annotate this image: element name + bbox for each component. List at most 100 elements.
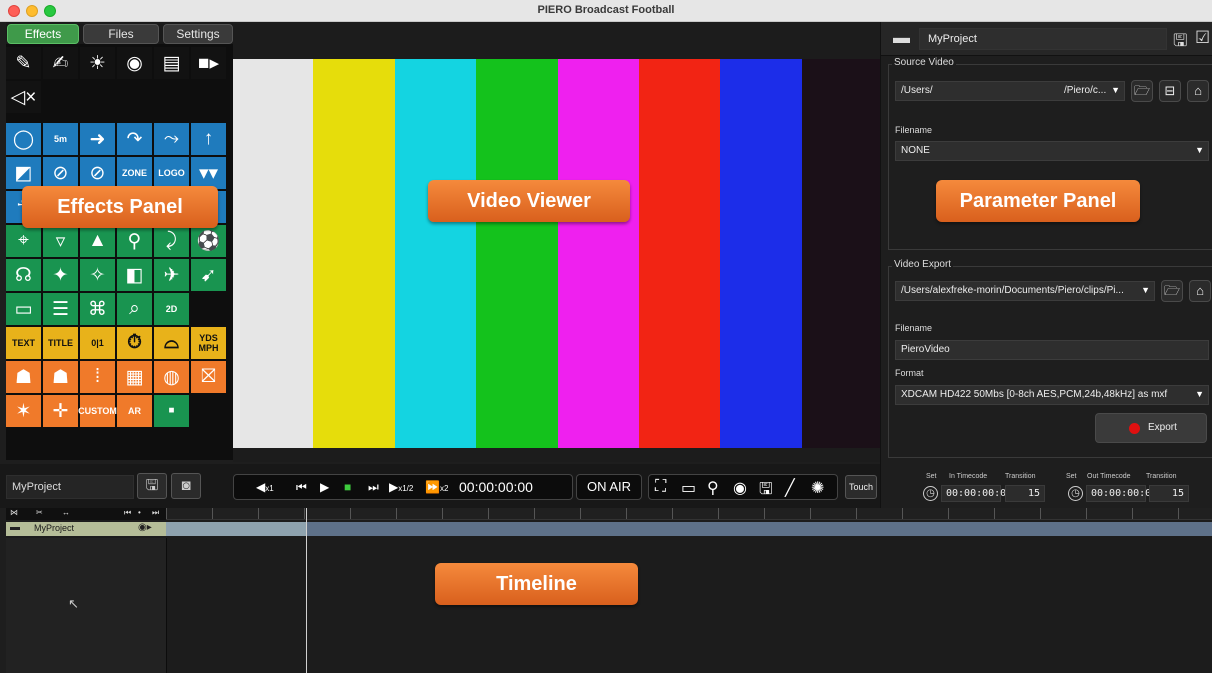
save-frame-icon[interactable]: 🖫 [759, 478, 773, 505]
arrow-effect-icon[interactable]: ➜ [80, 123, 116, 156]
network-effect-icon[interactable]: ⚲ [117, 225, 153, 258]
stopwatch-effect-icon[interactable]: ⏱ [117, 327, 153, 360]
source-filename-dropdown[interactable]: NONE ▼ [895, 141, 1209, 161]
counter-effect-icon[interactable]: 0|1 [80, 327, 116, 360]
format-dropdown[interactable]: XDCAM HD422 50Mbs [0-8ch AES,PCM,24b,48k… [895, 385, 1209, 405]
formation-effect-icon[interactable]: ⁞ [80, 361, 116, 394]
axis-effect-icon[interactable]: ✛ [43, 395, 79, 428]
ball-effect-icon[interactable]: ⚽ [191, 225, 227, 258]
body-back-effect-icon[interactable]: ☗ [43, 361, 79, 394]
cut-icon[interactable]: ✂ [36, 508, 43, 517]
touch-button[interactable]: Touch [845, 475, 877, 499]
spotlight-effect-icon[interactable]: ▲ [80, 225, 116, 258]
speed-effect-icon[interactable]: YDS MPH [191, 327, 227, 360]
pen-icon[interactable]: ╱ [785, 478, 795, 498]
player-cutout-effect-icon[interactable]: ◧ [117, 259, 153, 292]
frame-effect-icon[interactable]: ⌘ [80, 293, 116, 326]
previous-frame-button[interactable]: ⏮ [296, 480, 307, 495]
ball-trail-effect-icon[interactable]: ⤸ [154, 225, 190, 258]
export-filename-field[interactable]: PieroVideo [895, 340, 1209, 360]
save-project-button[interactable]: 🖫 [137, 473, 167, 499]
in-timecode-field[interactable]: 00:00:00:00 [941, 485, 1012, 502]
title-effect-icon[interactable]: TITLE [43, 327, 79, 360]
pointer-tool-icon[interactable]: ✎ [6, 47, 42, 80]
parameter-project-name[interactable]: MyProject [919, 28, 1167, 50]
drive-icon[interactable]: ⊟ [1159, 80, 1181, 102]
fit-icon[interactable]: ↔ [62, 508, 70, 517]
export-button[interactable]: Export [1095, 413, 1207, 443]
mute-icon[interactable]: ◁× [6, 81, 42, 114]
callout-effect-icon[interactable]: ▿ [43, 225, 79, 258]
fast-forward-button[interactable]: ⏩x2 [425, 480, 448, 494]
body-effect-icon[interactable]: ☗ [6, 361, 42, 394]
out-timecode-field[interactable]: 00:00:00:00 [1086, 485, 1157, 502]
player-highlight-effect-icon[interactable]: ✦ [43, 259, 79, 292]
draw-tool-icon[interactable]: ✍ [43, 47, 79, 80]
track-header[interactable]: ▬ MyProject ◉▸ [6, 522, 166, 536]
player-ghost-effect-icon[interactable]: ✧ [80, 259, 116, 292]
home-icon[interactable]: ⌂ [1187, 80, 1209, 102]
in-transition-field[interactable]: 15 [1005, 485, 1045, 502]
fullscreen-icon[interactable]: ⛶ [655, 478, 666, 496]
text-effect-icon[interactable]: TEXT [6, 327, 42, 360]
visibility-icon[interactable]: ◉▸ [138, 522, 152, 533]
record-tool-icon[interactable]: ■▸ [191, 47, 227, 80]
up-arrow-effect-icon[interactable]: ↑ [191, 123, 227, 156]
video-viewer[interactable] [233, 22, 880, 462]
player-run-effect-icon[interactable]: ☊ [6, 259, 42, 292]
slow-motion-button[interactable]: ▶x1/2 [389, 480, 413, 494]
home-icon[interactable]: ⌂ [1189, 280, 1211, 302]
go-end-icon[interactable]: ⏭ [152, 508, 159, 518]
curved-arrow-effect-icon[interactable]: ↷ [117, 123, 153, 156]
zoom-icon[interactable]: ⚲ [707, 478, 719, 498]
crop-icon[interactable]: ▭ [681, 478, 696, 498]
stop-button[interactable]: ■ [344, 480, 351, 494]
project-name-field[interactable]: MyProject [6, 475, 134, 499]
tab-settings[interactable]: Settings [163, 24, 233, 44]
timeline-clip[interactable] [166, 522, 1212, 536]
export-path-dropdown[interactable]: /Users/alexfreke-morin/Documents/Piero/c… [895, 281, 1155, 301]
split-icon[interactable]: ⋈ [10, 508, 18, 517]
snapshot-button[interactable]: ◙ [171, 473, 201, 499]
open-folder-icon[interactable]: 🗁 [1131, 80, 1153, 102]
sparkle-effect-icon[interactable]: ✶ [6, 395, 42, 428]
dotted-arrow-effect-icon[interactable]: ⤳ [154, 123, 190, 156]
save-parameters-icon[interactable]: 🖫 [1173, 28, 1187, 57]
gauge-effect-icon[interactable]: ⌓ [154, 327, 190, 360]
player-sprint-effect-icon[interactable]: ✈ [154, 259, 190, 292]
goal-effect-icon[interactable]: ⛝ [191, 361, 227, 394]
circle-effect-icon[interactable]: ◯ [6, 123, 42, 156]
open-folder-icon[interactable]: 🗁 [1161, 280, 1183, 302]
source-path-dropdown[interactable]: /Users/ /Piero/c... ▼ [895, 81, 1125, 101]
pitch-effect-icon[interactable]: ▪ [154, 395, 190, 428]
marker-icon[interactable]: • [138, 508, 141, 517]
distance-effect-icon[interactable]: 5m [43, 123, 79, 156]
timeline-ruler[interactable] [166, 508, 1212, 520]
screen-effect-icon[interactable]: ▭ [6, 293, 42, 326]
eye-icon[interactable]: ◉ [733, 478, 747, 498]
aperture-icon[interactable]: ✺ [811, 478, 824, 498]
playhead[interactable] [306, 508, 307, 673]
custom-effect-icon[interactable]: CUSTOM [78, 395, 117, 428]
play-button[interactable]: ▶ [320, 480, 329, 494]
confirm-checkbox-icon[interactable]: ☑ [1195, 28, 1210, 48]
out-transition-field[interactable]: 15 [1149, 485, 1189, 502]
sliders-effect-icon[interactable]: ☰ [43, 293, 79, 326]
ar-effect-icon[interactable]: AR [117, 395, 153, 428]
player-tool-icon[interactable]: ☀ [80, 47, 116, 80]
set-in-clock-icon[interactable]: ◷ [923, 486, 938, 501]
eye-tool-icon[interactable]: ◉ [117, 47, 153, 80]
rewind-button[interactable]: ◀x1 [256, 480, 274, 494]
go-start-icon[interactable]: ⏮ [124, 508, 131, 518]
next-frame-button[interactable]: ⏭ [368, 480, 379, 495]
on-air-button[interactable]: ON AIR [576, 474, 642, 500]
pin-effect-icon[interactable]: ⌖ [6, 225, 42, 258]
stadium-effect-icon[interactable]: ◍ [154, 361, 190, 394]
zoom-effect-icon[interactable]: ⌕ [117, 293, 153, 326]
film-tool-icon[interactable]: ▤ [154, 47, 190, 80]
telestrate-2d-effect-icon[interactable]: 2D [154, 293, 190, 326]
board-effect-icon[interactable]: ▦ [117, 361, 153, 394]
tab-effects[interactable]: Effects [7, 24, 79, 44]
set-out-clock-icon[interactable]: ◷ [1068, 486, 1083, 501]
player-dive-effect-icon[interactable]: ➹ [191, 259, 227, 292]
